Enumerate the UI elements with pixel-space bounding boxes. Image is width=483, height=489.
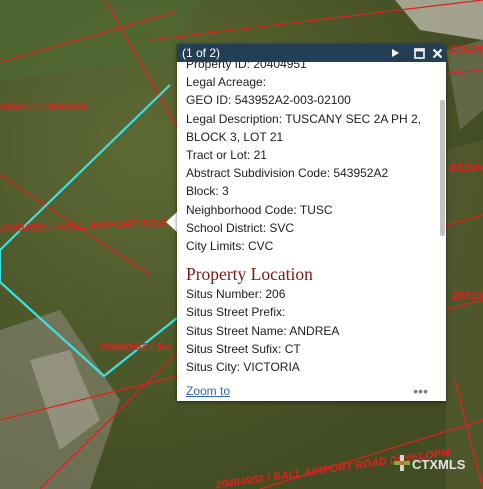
attr-school-district: School District: SVC — [186, 220, 295, 235]
close-icon — [432, 48, 442, 58]
popup-scrollbar-thumb[interactable] — [440, 100, 445, 236]
identify-popup: (1 of 2) Property ID: 20404951 Legal Acr… — [177, 44, 446, 401]
popup-body[interactable]: Property ID: 20404951 Legal Acreage: GEO… — [177, 62, 446, 401]
attribute-list: Property ID: 20404951 Legal Acreage: GEO… — [186, 62, 438, 376]
close-popup-button[interactable] — [428, 44, 446, 62]
attr-legal-description: Legal Description: TUSCANY SEC 2A PH 2, … — [186, 111, 422, 144]
attr-block: Block: 3 — [186, 184, 229, 199]
attr-legal-acreage: Legal Acreage: — [186, 75, 267, 90]
more-dots-icon[interactable]: ••• — [413, 383, 428, 399]
watermark-text: CTXMLS — [412, 457, 466, 472]
section-title-property-location: Property Location — [186, 264, 313, 285]
zoom-to-link[interactable]: Zoom to — [186, 384, 230, 398]
attr-situs-street-name: Situs Street Name: ANDREA — [186, 323, 340, 338]
attr-situs-street-sufix: Situs Street Sufix: CT — [186, 341, 301, 356]
popup-header: (1 of 2) — [177, 44, 446, 62]
attr-city-limits: City Limits: CVC — [186, 239, 274, 254]
popup-pointer — [166, 212, 177, 232]
popup-footer: Zoom to ••• — [177, 383, 446, 401]
attr-situs-street-prefix: Situs Street Prefix: — [186, 305, 286, 320]
attr-property-id: Property ID: 20404951 — [186, 62, 307, 71]
ctxmls-watermark: CTXMLS — [394, 455, 465, 474]
maximize-button[interactable] — [410, 44, 428, 62]
ctxmls-logo-icon — [394, 455, 410, 474]
popup-title: (1 of 2) — [182, 46, 221, 60]
map-label-28710: 28710 — [452, 290, 483, 302]
attr-abstract-subdivision-code: Abstract Subdivision Code: 543952A2 — [186, 166, 389, 181]
map-label-bedro: BEDRO — [449, 162, 483, 174]
attr-situs-number: Situs Number: 206 — [186, 287, 286, 302]
attr-neighborhood-code: Neighborhood Code: TUSC — [186, 202, 333, 217]
next-arrow-icon — [392, 49, 399, 57]
attr-tract-or-lot: Tract or Lot: 21 — [186, 148, 267, 163]
next-feature-button[interactable] — [386, 44, 404, 62]
attr-geo-id: GEO ID: 543952A2-003-02100 — [186, 93, 351, 108]
map-label-li-shoon: 8950 / LI SHOON — [0, 101, 86, 113]
map-label-start: START — [449, 44, 483, 56]
maximize-icon — [413, 47, 425, 59]
attr-situs-city: Situs City: VICTORIA — [186, 360, 300, 375]
map-label-20404952: 20404952 / BA — [99, 341, 173, 353]
